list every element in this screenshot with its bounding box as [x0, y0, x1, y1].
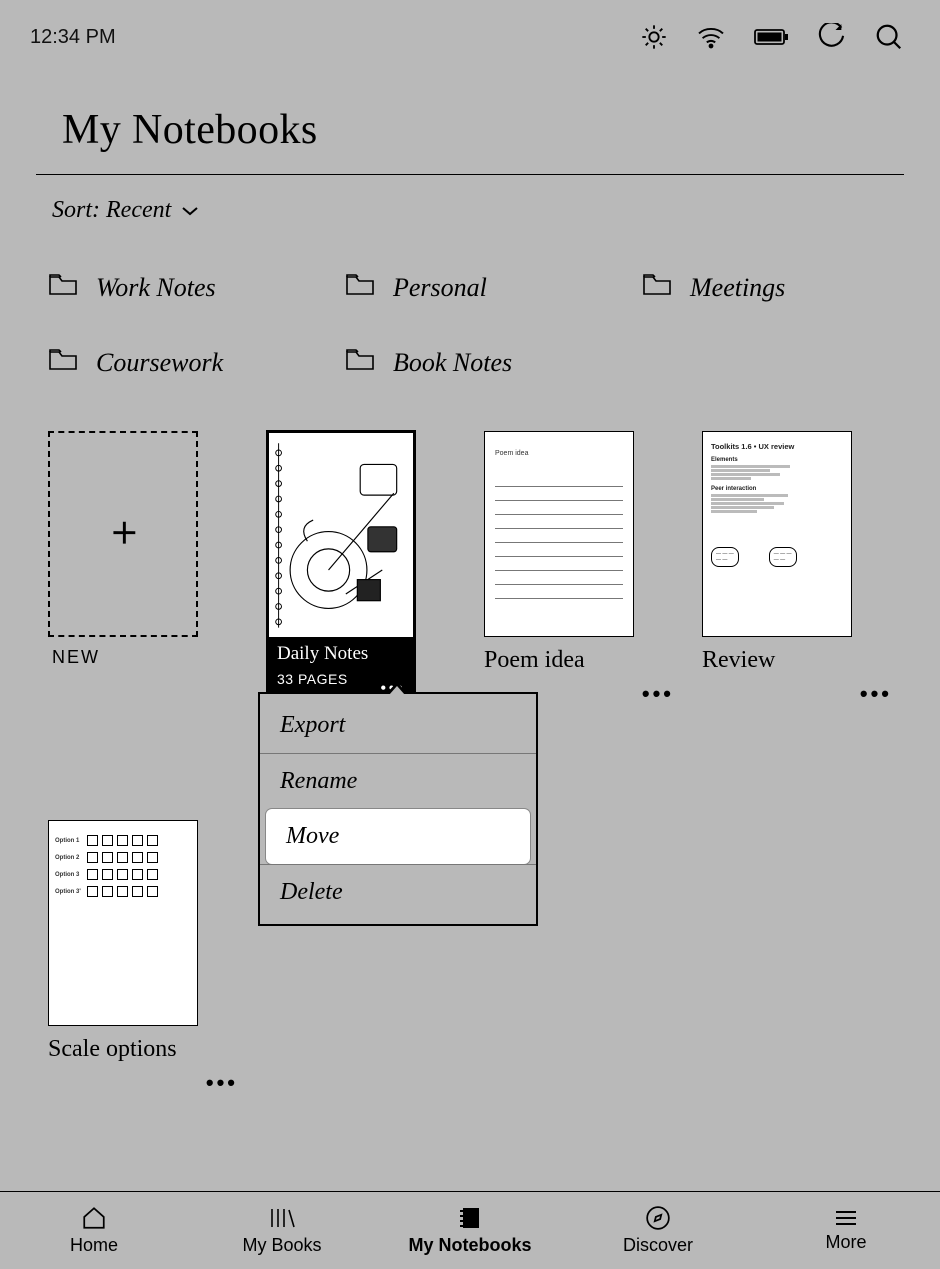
folder-label: Book Notes	[393, 348, 512, 378]
folder-icon	[48, 346, 78, 379]
new-notebook[interactable]: ✕ NEW	[48, 431, 198, 710]
status-time: 12:34 PM	[30, 26, 116, 49]
folder-personal[interactable]: Personal	[345, 271, 642, 304]
notebook-daily-notes[interactable]: Daily Notes 33 PAGES •••	[266, 430, 416, 710]
nav-label: More	[825, 1232, 866, 1253]
nav-label: Discover	[623, 1235, 693, 1256]
more-icon[interactable]: •••	[642, 681, 674, 707]
context-menu: Export Rename Move Delete	[258, 692, 538, 926]
refresh-icon[interactable]	[818, 23, 846, 51]
sort-label: Sort: Recent	[52, 197, 171, 224]
folder-coursework[interactable]: Coursework	[48, 346, 345, 379]
folder-work-notes[interactable]: Work Notes	[48, 271, 345, 304]
folder-icon	[48, 271, 78, 304]
nav-label: My Books	[242, 1235, 321, 1256]
notebook-title: Poem idea	[484, 647, 634, 674]
bottom-nav: Home My Books My Notebooks Discover More	[0, 1191, 940, 1269]
plus-icon: ✕	[104, 515, 143, 554]
more-icon[interactable]: •••	[206, 1070, 238, 1096]
ctx-export[interactable]: Export	[260, 698, 536, 753]
ctx-rename[interactable]: Rename	[260, 753, 536, 809]
folder-book-notes[interactable]: Book Notes	[345, 346, 642, 379]
brightness-icon[interactable]	[640, 23, 668, 51]
nav-label: My Notebooks	[408, 1235, 531, 1256]
search-icon[interactable]	[874, 22, 904, 52]
wifi-icon[interactable]	[696, 25, 726, 49]
nav-notebooks[interactable]: My Notebooks	[376, 1192, 564, 1269]
folders-grid: Work Notes Personal Meetings Coursework …	[0, 224, 940, 379]
folder-label: Work Notes	[96, 273, 216, 303]
more-icon[interactable]: •••	[860, 681, 892, 707]
notebook-title: Review	[702, 647, 852, 674]
cover-heading: Toolkits 1.6 • UX review	[711, 442, 843, 451]
nav-home[interactable]: Home	[0, 1192, 188, 1269]
nav-label: Home	[70, 1235, 118, 1256]
nav-more[interactable]: More	[752, 1192, 940, 1269]
page-title: My Notebooks	[62, 106, 904, 154]
nav-discover[interactable]: Discover	[564, 1192, 752, 1269]
notebook-review[interactable]: Toolkits 1.6 • UX review Elements Peer i…	[702, 431, 852, 710]
battery-icon[interactable]	[754, 27, 790, 47]
folder-meetings[interactable]: Meetings	[642, 271, 939, 304]
notebook-scale-options[interactable]: Option 1 Option 2 Option 3 Option 3' Sca…	[48, 820, 198, 1063]
status-icons	[640, 22, 904, 52]
sort-dropdown[interactable]: Sort: Recent	[0, 175, 940, 224]
folder-label: Personal	[393, 273, 487, 303]
folder-icon	[345, 346, 375, 379]
folder-label: Meetings	[690, 273, 785, 303]
notebook-poem-idea[interactable]: Poem idea Poem idea •••	[484, 431, 634, 710]
folder-icon	[642, 271, 672, 304]
nav-mybooks[interactable]: My Books	[188, 1192, 376, 1269]
notebook-title: Scale options	[48, 1036, 198, 1063]
ctx-delete[interactable]: Delete	[260, 864, 536, 920]
chevron-down-icon	[181, 197, 199, 224]
folder-icon	[345, 271, 375, 304]
ctx-move[interactable]: Move	[266, 809, 530, 864]
folder-label: Coursework	[96, 348, 223, 378]
status-bar: 12:34 PM	[0, 0, 940, 70]
notebook-title: Daily Notes	[277, 643, 405, 665]
new-notebook-label: NEW	[48, 647, 198, 668]
